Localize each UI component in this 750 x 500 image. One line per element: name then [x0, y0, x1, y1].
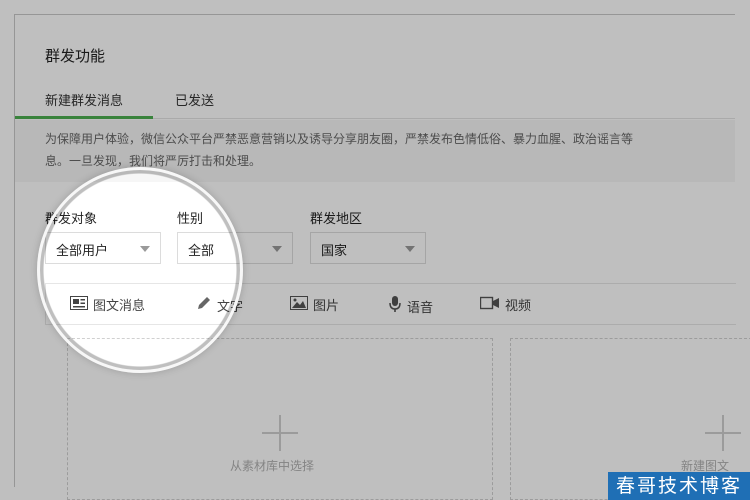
tab-new-mass-message[interactable]: 新建群发消息: [45, 90, 123, 109]
plus-icon: [705, 415, 741, 451]
tool-video[interactable]: 视频: [479, 295, 532, 314]
notice-line-1: 为保障用户体验，微信公众平台严禁恶意营销以及诱导分享朋友圈，严禁发布色情低俗、暴…: [45, 132, 634, 146]
tool-image[interactable]: 图片: [290, 295, 339, 314]
gender-select[interactable]: 全部: [177, 232, 293, 264]
tool-text-label: 文字: [217, 299, 244, 315]
watermark: 春哥技术博客: [608, 472, 750, 500]
chevron-down-icon: [272, 246, 282, 252]
chevron-down-icon: [405, 246, 415, 252]
target-select-value: 全部用户: [56, 244, 109, 259]
target-label: 群发对象: [45, 212, 98, 227]
screen: 群发功能 新建群发消息 已发送 为保障用户体验，微信公众平台严禁恶意营销以及诱导…: [0, 0, 750, 500]
image-icon: [290, 295, 308, 314]
mass-send-panel: 群发功能 新建群发消息 已发送 为保障用户体验，微信公众平台严禁恶意营销以及诱导…: [14, 14, 750, 500]
region-label: 群发地区: [310, 212, 363, 227]
tool-image-label: 图片: [313, 299, 340, 314]
video-camera-icon: [479, 296, 500, 314]
region-select-value: 国家: [321, 244, 348, 259]
tool-voice[interactable]: 语音: [388, 295, 433, 317]
tool-news[interactable]: 图文消息: [70, 295, 145, 314]
notice-line-2: 息。一旦发现，我们将严厉打击和处理。: [45, 154, 262, 168]
region-select[interactable]: 国家: [310, 232, 426, 264]
select-from-library-card[interactable]: 从素材库中选择: [67, 338, 493, 500]
tab-bar: 新建群发消息 已发送: [15, 90, 735, 119]
tool-news-label: 图文消息: [93, 299, 146, 314]
gender-label: 性别: [177, 212, 204, 227]
tool-text[interactable]: 文字: [196, 295, 243, 315]
tool-voice-label: 语音: [407, 300, 434, 316]
library-card-label: 从素材库中选择: [230, 459, 315, 473]
gender-select-value: 全部: [188, 244, 215, 259]
policy-notice: 为保障用户体验，微信公众平台严禁恶意营销以及诱导分享朋友圈，严禁发布色情低俗、暴…: [15, 120, 735, 182]
tool-video-label: 视频: [505, 299, 532, 314]
target-select[interactable]: 全部用户: [45, 232, 161, 264]
tab-sent[interactable]: 已发送: [175, 90, 214, 109]
news-icon: [70, 295, 88, 314]
microphone-icon: [388, 295, 402, 317]
message-type-toolbar: 图文消息 文字 图片 语音 视频: [45, 283, 736, 325]
chevron-down-icon: [140, 246, 150, 252]
pencil-icon: [196, 295, 212, 315]
active-tab-indicator: [15, 116, 153, 119]
plus-icon: [262, 415, 298, 451]
page-title: 群发功能: [45, 47, 106, 65]
